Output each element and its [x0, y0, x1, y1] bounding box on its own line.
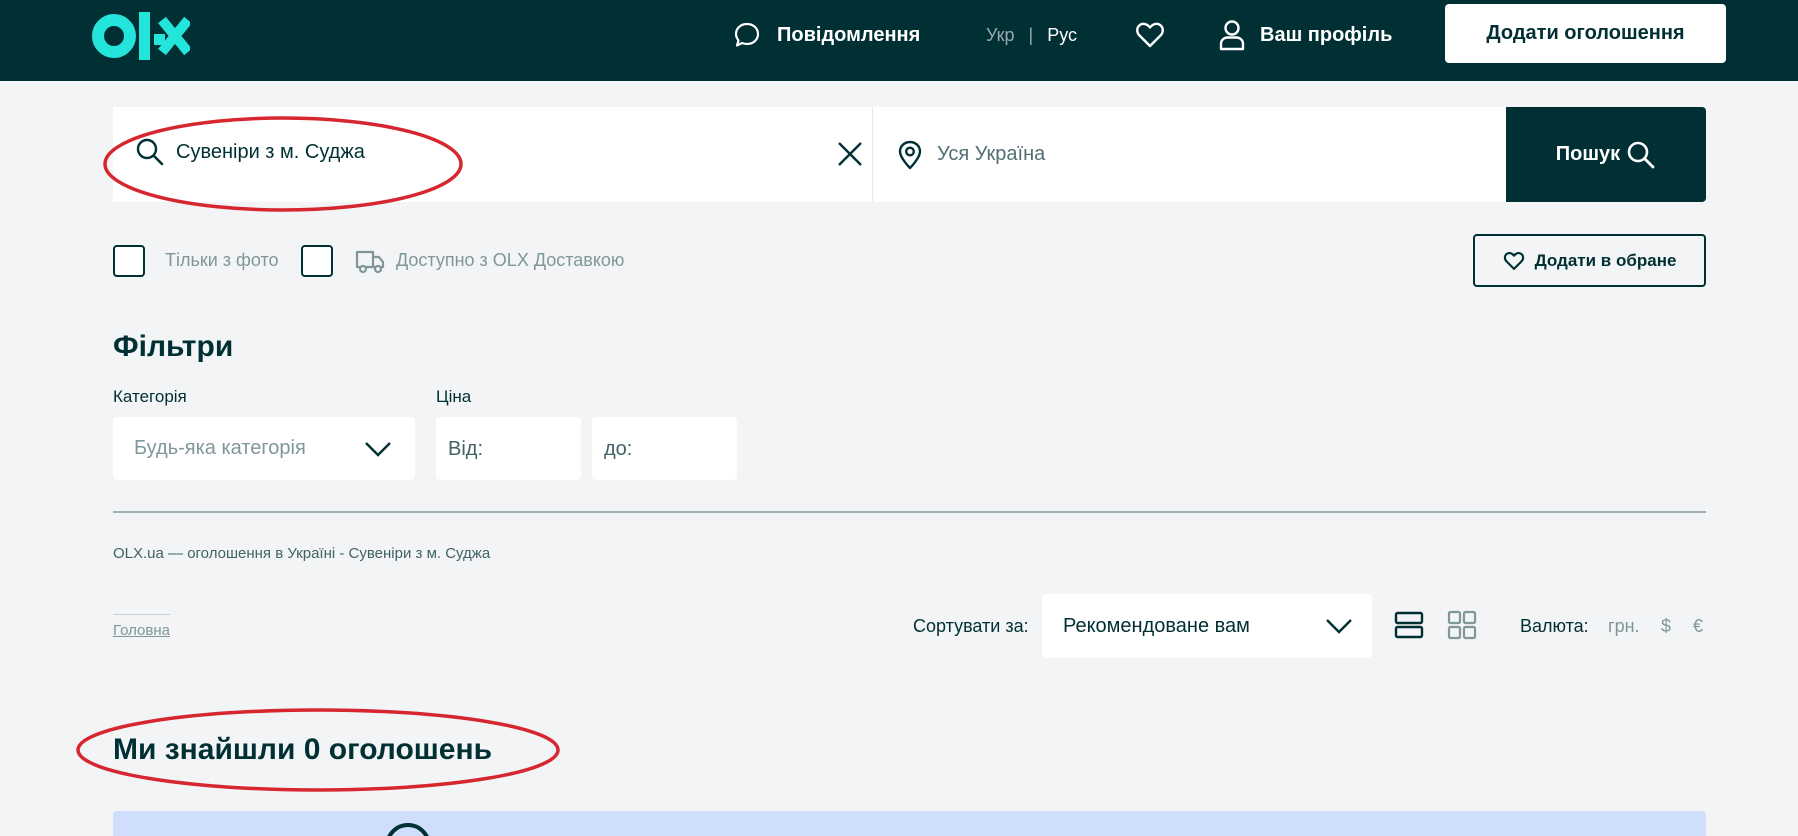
currency-eur[interactable]: €	[1693, 616, 1703, 637]
heart-icon	[1503, 251, 1524, 270]
sort-select[interactable]: Рекомендоване вам	[1042, 594, 1372, 658]
location-pin-icon	[898, 140, 922, 170]
currency-usd[interactable]: $	[1661, 616, 1671, 637]
olx-delivery-label[interactable]: Доступно з OLX Доставкою	[396, 250, 624, 271]
breadcrumb-home[interactable]: Головна	[113, 622, 170, 639]
messages-link[interactable]: Повідомлення	[733, 18, 920, 52]
search-button[interactable]: Пошук	[1506, 107, 1706, 202]
location-input[interactable]: Уся Україна	[873, 107, 1506, 202]
language-switch: Укр | Рус	[986, 18, 1077, 52]
currency-uah[interactable]: грн.	[1608, 616, 1640, 637]
olx-logo[interactable]	[92, 10, 190, 62]
filters-divider	[113, 511, 1706, 513]
profile-label: Ваш профіль	[1260, 23, 1393, 46]
olx-delivery-checkbox[interactable]	[301, 245, 333, 277]
price-to-input[interactable]: до:	[592, 417, 737, 480]
chevron-down-icon	[365, 442, 391, 457]
chat-bubble-icon	[734, 22, 760, 47]
search-button-label: Пошук	[1555, 143, 1621, 165]
add-to-favorites-label: Додати в обране	[1534, 250, 1677, 270]
price-from-placeholder: Від:	[448, 438, 484, 460]
sort-label: Сортувати за:	[913, 616, 1029, 636]
search-icon	[1627, 141, 1655, 168]
currency-label: Валюта:	[1520, 616, 1589, 636]
list-view-icon[interactable]	[1394, 610, 1424, 640]
search-input[interactable]: Сувеніри з м. Суджа	[113, 107, 873, 202]
search-query-value: Сувеніри з м. Суджа	[176, 141, 365, 163]
category-select[interactable]: Будь-яка категорія	[113, 417, 415, 480]
category-label: Категорія	[113, 387, 187, 406]
filters-title: Фільтри	[113, 330, 234, 363]
seo-title: OLX.ua — оголошення в Україні - Сувеніри…	[113, 545, 491, 562]
category-value: Будь-яка категорія	[134, 437, 306, 459]
only-photo-label[interactable]: Тільки з фото	[165, 250, 279, 271]
lang-ukr[interactable]: Укр	[986, 25, 1015, 46]
sort-value: Рекомендоване вам	[1063, 615, 1250, 637]
messages-label: Повідомлення	[777, 23, 921, 46]
location-value: Уся Україна	[937, 143, 1046, 165]
favorites-link[interactable]	[1134, 18, 1166, 52]
add-listing-button[interactable]: Додати оголошення	[1445, 4, 1726, 63]
profile-link[interactable]: Ваш профіль	[1218, 16, 1392, 54]
search-icon	[136, 138, 164, 166]
grid-view-icon[interactable]	[1447, 610, 1477, 640]
price-label: Ціна	[436, 387, 472, 406]
top-header: Повідомлення Укр | Рус Ваш профіль Додат…	[0, 0, 1798, 81]
lang-rus[interactable]: Рус	[1047, 25, 1077, 46]
delivery-truck-icon	[355, 250, 385, 274]
chevron-down-icon	[1326, 619, 1352, 634]
heart-icon	[1136, 22, 1164, 48]
search-bar: Сувеніри з м. Суджа Уся Україна Пошук	[113, 107, 1706, 202]
breadcrumb-divider	[113, 614, 170, 615]
user-icon	[1219, 20, 1245, 51]
price-to-placeholder: до:	[604, 438, 633, 460]
info-banner	[113, 811, 1706, 836]
only-photo-checkbox[interactable]	[113, 245, 145, 277]
results-count-heading: Ми знайшли 0 оголошень	[113, 733, 493, 766]
lang-separator: |	[1028, 24, 1034, 45]
close-icon[interactable]	[835, 139, 865, 169]
add-to-favorites-button[interactable]: Додати в обране	[1473, 234, 1706, 287]
price-from-input[interactable]: Від:	[436, 417, 581, 480]
